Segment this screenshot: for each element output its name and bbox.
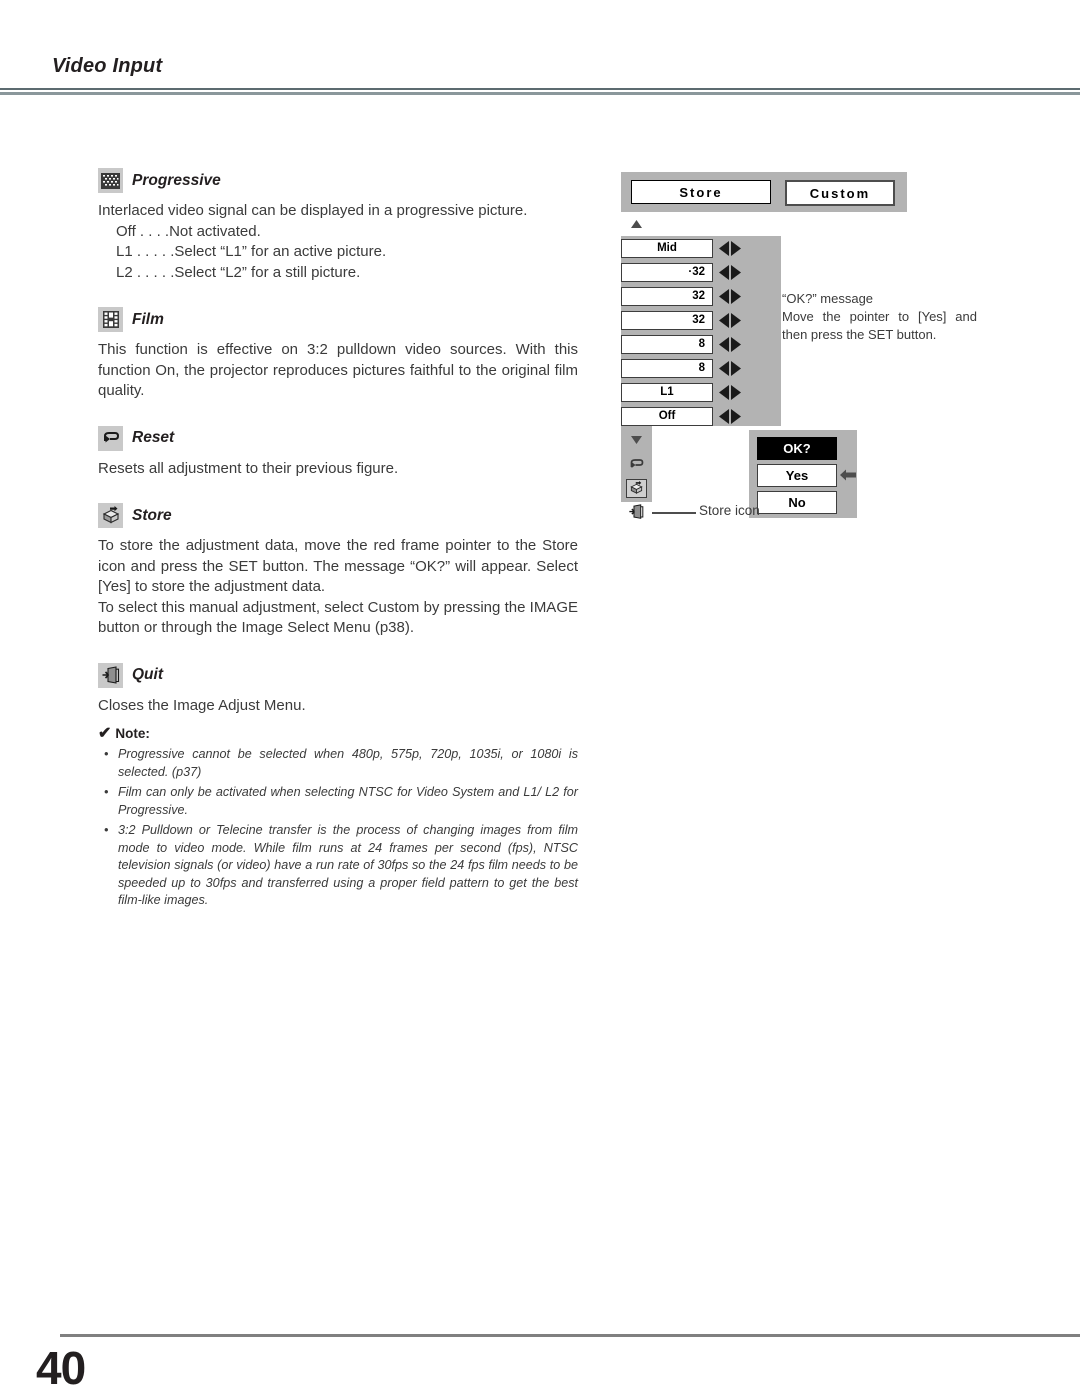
osd-field-row: 8 [621, 356, 750, 380]
film-strip-icon [98, 307, 123, 332]
option-line: L2 . . . . .Select “L2” for a still pict… [116, 263, 361, 281]
no-button[interactable]: No [757, 491, 837, 514]
left-right-adjust-icon[interactable] [718, 384, 742, 401]
callout-line: Move the pointer to [Yes] and then press… [782, 309, 977, 342]
field-value[interactable]: L1 [621, 382, 713, 402]
left-right-adjust-icon[interactable] [718, 360, 742, 377]
note-heading: ✔ Note: [98, 726, 578, 742]
section-paragraph: Closes the Image Adjust Menu. [98, 696, 306, 714]
undo-arrow-icon[interactable] [621, 452, 652, 476]
field-value[interactable]: 8 [621, 334, 713, 354]
store-box-icon [98, 503, 123, 528]
option-line: Off . . . .Not activated. [116, 222, 261, 240]
page-number: 40 [36, 1342, 86, 1394]
note-block: ✔ Note: Progressive cannot be selected w… [98, 726, 578, 913]
osd-menu-figure: Store Custom Mid ·32 32 32 8 8 L1 Off OK… [621, 172, 977, 519]
section-store: Store To store the adjustment data, move… [98, 503, 578, 639]
dialog-title: OK? [757, 437, 837, 460]
note-item: Progressive cannot be selected when 480p… [98, 746, 578, 781]
section-title: Quit [132, 666, 163, 683]
section-paragraph: Resets all adjustment to their previous … [98, 459, 399, 477]
field-value[interactable]: 32 [621, 286, 713, 306]
note-item: Film can only be activated when selectin… [98, 784, 578, 819]
undo-arrow-icon [98, 425, 123, 451]
section-paragraph: Interlaced video signal can be displayed… [98, 202, 528, 219]
left-right-adjust-icon[interactable] [718, 336, 742, 353]
header-divider [0, 88, 1080, 95]
left-right-adjust-icon[interactable] [718, 264, 742, 281]
callout-leader-line [652, 512, 696, 514]
section-title: Store [132, 506, 172, 524]
field-value[interactable]: 8 [621, 358, 713, 378]
footer-divider [60, 1334, 1080, 1337]
section-paragraph: This function is effective on 3:2 pulldo… [98, 341, 578, 399]
osd-field-row: L1 [621, 380, 750, 404]
section-quit: Quit Closes the Image Adjust Menu. [98, 662, 578, 717]
osd-field-row: 8 [621, 332, 750, 356]
left-right-adjust-icon[interactable] [718, 312, 742, 329]
checkmark-icon: ✔ [98, 725, 112, 742]
field-value[interactable]: Off [621, 406, 713, 426]
yes-button[interactable]: Yes [757, 464, 837, 487]
osd-field-row: ·32 [621, 260, 750, 284]
osd-tab-bar: Store Custom [621, 172, 907, 212]
tab-store[interactable]: Store [631, 180, 771, 204]
section-paragraph: To store the adjustment data, move the r… [98, 537, 578, 595]
left-right-adjust-icon[interactable] [718, 240, 742, 257]
osd-field-row: 32 [621, 284, 750, 308]
section-paragraph: To select this manual adjustment, select… [98, 598, 578, 637]
note-list: Progressive cannot be selected when 480p… [98, 746, 578, 910]
left-right-adjust-icon[interactable] [718, 288, 742, 305]
osd-field-row: Mid [621, 236, 750, 260]
option-line: L1 . . . . .Select “L1” for an active pi… [116, 243, 387, 260]
note-item: 3:2 Pulldown or Telecine transfer is the… [98, 822, 578, 910]
ok-message-callout: “OK?” message Move the pointer to [Yes] … [782, 290, 977, 344]
section-heading: Progressive [98, 168, 578, 193]
section-heading: Film [98, 307, 578, 332]
osd-field-row: 32 [621, 308, 750, 332]
section-heading: Reset [98, 425, 578, 451]
ok-confirm-dialog: OK? Yes No [749, 430, 857, 518]
field-value[interactable]: ·32 [621, 262, 713, 282]
osd-field-row: Off [621, 404, 750, 428]
tab-custom[interactable]: Custom [785, 180, 895, 206]
store-box-icon[interactable] [621, 476, 652, 500]
exit-door-icon [98, 662, 123, 688]
section-reset: Reset Resets all adjustment to their pre… [98, 425, 578, 480]
section-heading: Quit [98, 662, 578, 688]
field-value[interactable]: Mid [621, 238, 713, 258]
left-pointer-arrow-icon [839, 467, 857, 483]
page-header-title: Video Input [52, 55, 163, 77]
store-icon-callout-label: Store icon [699, 503, 760, 518]
content-column: Progressive Interlaced video signal can … [98, 168, 578, 716]
section-title: Progressive [132, 171, 221, 189]
scroll-up-triangle-icon[interactable] [621, 212, 652, 236]
exit-door-icon[interactable] [621, 500, 652, 524]
callout-line: “OK?” message [782, 291, 874, 306]
section-progressive: Progressive Interlaced video signal can … [98, 168, 578, 283]
progressive-grid-icon [98, 168, 123, 193]
section-title: Reset [132, 429, 175, 446]
red-frame-pointer [626, 478, 647, 498]
note-label: Note: [115, 726, 150, 741]
manual-page: Video Input Progressive Interlaced video… [0, 0, 1080, 1397]
left-right-adjust-icon[interactable] [718, 408, 742, 425]
section-heading: Store [98, 503, 578, 528]
section-title: Film [132, 310, 164, 328]
field-value[interactable]: 32 [621, 310, 713, 330]
section-film: Film This function is effective on 3:2 p… [98, 307, 578, 402]
scroll-down-triangle-icon[interactable] [621, 428, 652, 452]
